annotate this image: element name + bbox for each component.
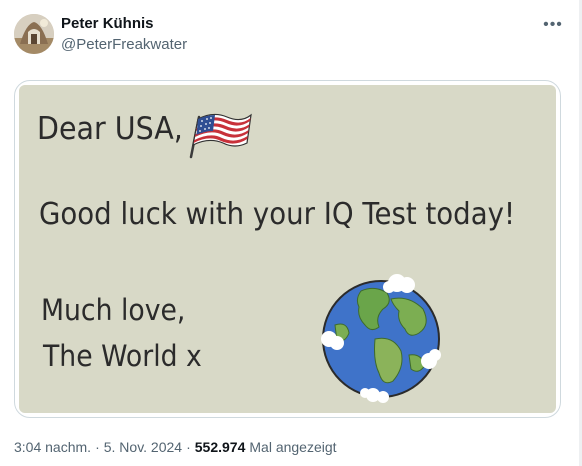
us-flag-icon xyxy=(189,113,252,159)
tweet-media[interactable]: Dear USA, Good luck with your IQ Test to… xyxy=(14,80,561,418)
card-greeting: Dear USA, xyxy=(37,111,183,147)
profile-photo-icon xyxy=(14,14,54,54)
author-display-name[interactable]: Peter Kühnis xyxy=(61,14,154,34)
tweet-time[interactable]: 3:04 nachm. xyxy=(14,439,91,455)
card-signature: The World x xyxy=(43,339,202,373)
more-options-button[interactable]: ••• xyxy=(538,14,568,36)
more-options-icon: ••• xyxy=(543,16,563,33)
view-count-label: Mal angezeigt xyxy=(249,439,337,455)
card-signoff: Much love, xyxy=(41,293,186,327)
separator: · xyxy=(95,439,100,455)
view-count: 552.974 xyxy=(194,439,246,455)
tweet: Peter Kühnis @PeterFreakwater ••• Dear U… xyxy=(0,0,582,466)
card-message: Good luck with your IQ Test today! xyxy=(39,197,516,232)
separator: · xyxy=(186,439,191,455)
avatar[interactable] xyxy=(14,14,54,54)
tweet-date[interactable]: 5. Nov. 2024 xyxy=(104,439,182,455)
media-image: Dear USA, Good luck with your IQ Test to… xyxy=(19,85,556,413)
earth-globe-icon xyxy=(321,274,441,403)
author-handle[interactable]: @PeterFreakwater xyxy=(61,35,187,55)
tweet-meta: 3:04 nachm. · 5. Nov. 2024 · 552.974 Mal ange… xyxy=(14,437,337,457)
